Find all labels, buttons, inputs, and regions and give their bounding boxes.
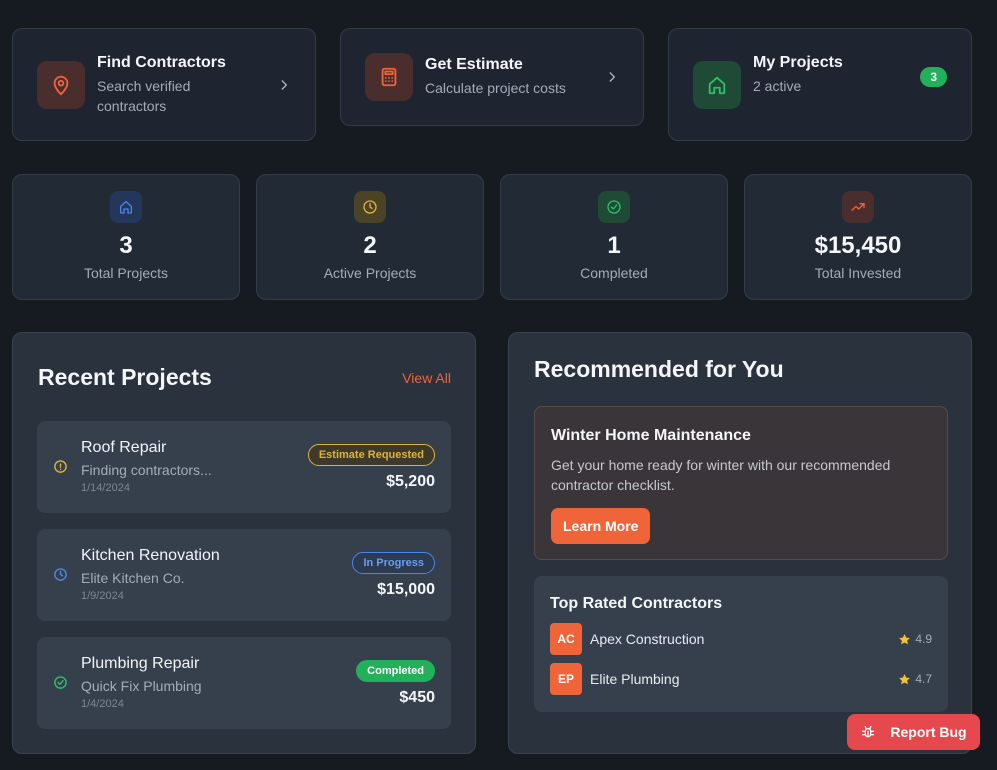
avatar: EP: [550, 663, 582, 695]
stat-total-projects: 3 Total Projects: [12, 174, 240, 300]
check-circle-icon: [598, 191, 630, 223]
home-icon: [693, 60, 741, 109]
report-bug-label: Report Bug: [890, 724, 967, 740]
calculator-icon: [365, 53, 413, 101]
top-rated-card: Top Rated Contractors AC Apex Constructi…: [534, 576, 948, 712]
contractor-name: Elite Plumbing: [590, 671, 680, 687]
stat-value: 3: [119, 232, 133, 259]
stat-value: 2: [363, 232, 377, 259]
find-contractors-card[interactable]: Find Contractors Search verified contrac…: [12, 28, 316, 141]
project-amount: $450: [399, 689, 435, 706]
chevron-right-icon: [281, 79, 288, 90]
project-row-plumbing-repair[interactable]: Plumbing Repair Quick Fix Plumbing 1/4/2…: [37, 637, 451, 729]
view-all-link[interactable]: View All: [402, 370, 451, 386]
top-rated-title: Top Rated Contractors: [550, 595, 723, 612]
project-date: 1/4/2024: [81, 698, 124, 710]
status-badge: Estimate Requested: [307, 444, 435, 466]
star-icon: [899, 673, 911, 684]
project-contractor: Elite Kitchen Co.: [81, 570, 185, 586]
get-estimate-title: Get Estimate: [425, 56, 523, 73]
stat-label: Total Invested: [814, 265, 902, 281]
recent-projects-panel: Recent Projects View All Roof Repair Fin…: [12, 332, 476, 754]
contractor-row-apex[interactable]: AC Apex Construction 4.9: [550, 623, 932, 655]
rating: 4.9: [898, 632, 932, 646]
my-projects-card[interactable]: My Projects 2 active 3: [668, 28, 972, 141]
stat-value: 1: [607, 232, 621, 259]
get-estimate-card[interactable]: Get Estimate Calculate project costs: [340, 28, 644, 126]
bug-icon: [862, 726, 875, 738]
projects-count-badge: 3: [920, 67, 947, 87]
contractor-row-elite[interactable]: EP Elite Plumbing 4.7: [550, 663, 932, 695]
clock-icon: [354, 191, 386, 223]
promo-card: Winter Home Maintenance Get your home re…: [534, 406, 948, 560]
rating-value: 4.9: [915, 632, 932, 646]
home-icon: [110, 191, 142, 223]
stat-label: Total Projects: [83, 265, 169, 281]
get-estimate-subtitle: Calculate project costs: [425, 80, 566, 96]
my-projects-title: My Projects: [753, 53, 843, 71]
clock-icon: [54, 568, 67, 581]
project-row-roof-repair[interactable]: Roof Repair Finding contractors... 1/14/…: [37, 421, 451, 513]
project-contractor: Finding contractors...: [81, 462, 212, 478]
project-date: 1/9/2024: [81, 590, 124, 602]
stat-total-invested: $15,450 Total Invested: [744, 174, 972, 300]
find-contractors-title: Find Contractors: [97, 53, 226, 71]
recent-projects-title: Recent Projects: [38, 364, 212, 390]
stat-label: Active Projects: [323, 265, 417, 281]
status-badge: In Progress: [352, 552, 435, 574]
promo-body: Get your home ready for winter with our …: [551, 457, 891, 493]
stat-label: Completed: [580, 265, 648, 281]
stat-active-projects: 2 Active Projects: [256, 174, 484, 300]
stat-value: $15,450: [814, 232, 902, 259]
find-contractors-subtitle: Search verified contractors: [97, 77, 191, 114]
rating: 4.7: [898, 672, 932, 686]
recommended-panel: Recommended for You Winter Home Maintena…: [508, 332, 972, 754]
star-icon: [899, 633, 911, 644]
my-projects-subtitle: 2 active: [753, 77, 802, 94]
stat-completed: 1 Completed: [500, 174, 728, 300]
chevron-right-icon: [609, 72, 616, 82]
promo-title: Winter Home Maintenance: [551, 427, 751, 444]
project-name: Kitchen Renovation: [81, 547, 220, 564]
project-amount: $5,200: [386, 473, 435, 490]
status-badge: Completed: [356, 660, 435, 682]
project-row-kitchen-renovation[interactable]: Kitchen Renovation Elite Kitchen Co. 1/9…: [37, 529, 451, 621]
avatar: AC: [550, 623, 582, 655]
report-bug-button[interactable]: Report Bug: [847, 714, 980, 750]
map-pin-icon: [37, 60, 85, 109]
project-contractor: Quick Fix Plumbing: [81, 678, 202, 694]
trending-up-icon: [842, 191, 874, 223]
alert-circle-icon: [54, 460, 67, 473]
rating-value: 4.7: [915, 672, 932, 686]
recommended-title: Recommended for You: [534, 356, 784, 382]
project-name: Roof Repair: [81, 439, 167, 456]
project-date: 1/14/2024: [81, 482, 130, 494]
project-amount: $15,000: [377, 581, 435, 598]
contractor-name: Apex Construction: [590, 631, 705, 647]
check-circle-icon: [54, 676, 67, 689]
project-name: Plumbing Repair: [81, 655, 200, 672]
learn-more-button[interactable]: Learn More: [551, 508, 651, 544]
